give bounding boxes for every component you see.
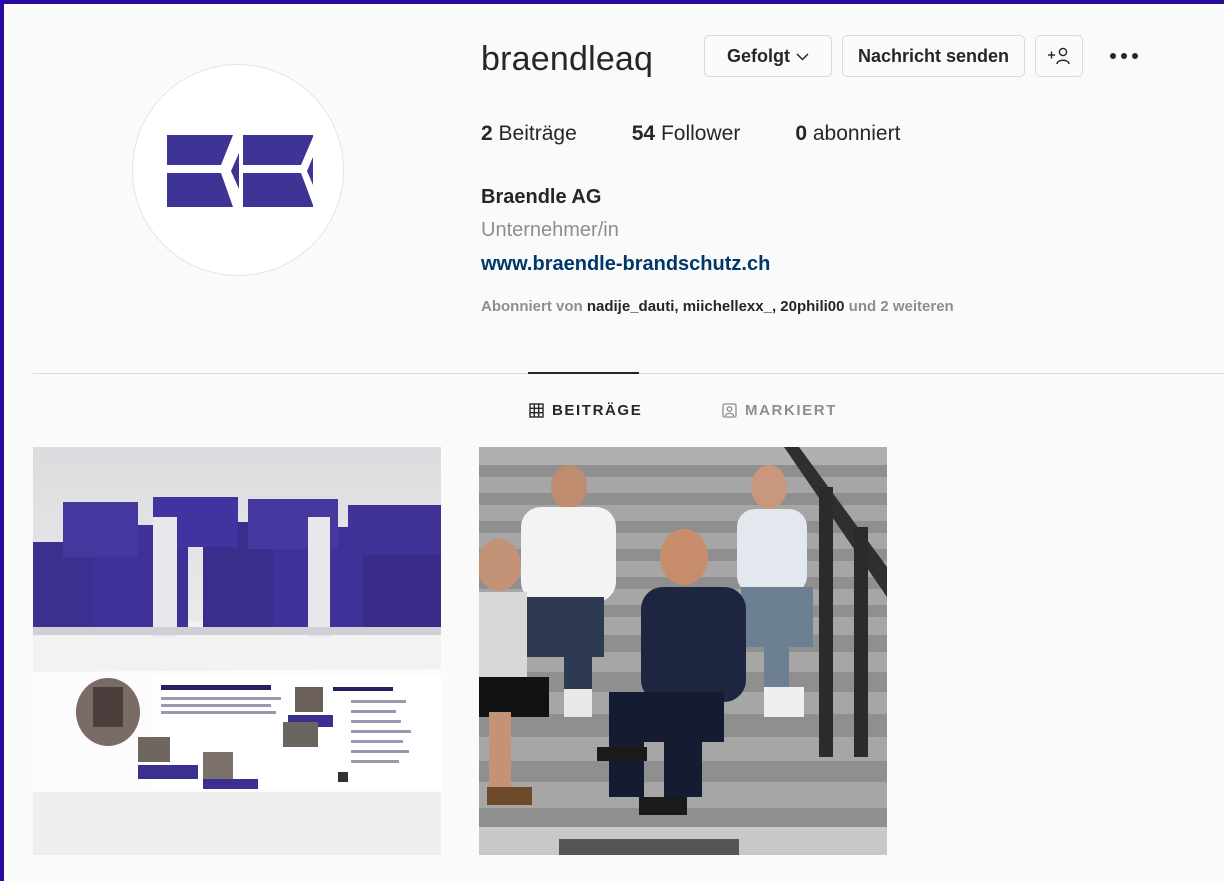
followers-stat[interactable]: 54 Follower xyxy=(632,122,741,146)
tab-posts[interactable]: BEITRÄGE xyxy=(529,402,642,419)
profile-page: braendleaq Gefolgt Nachricht senden 2 Be… xyxy=(4,4,1224,881)
profile-category: Unternehmer/in xyxy=(481,219,619,241)
tab-tagged[interactable]: MARKIERT xyxy=(722,402,837,419)
following-count: 0 xyxy=(795,122,807,145)
following-stat[interactable]: 0 abonniert xyxy=(795,122,900,146)
team-photo xyxy=(479,447,887,855)
braendle-logo-icon xyxy=(167,135,313,207)
add-person-icon xyxy=(1048,47,1070,65)
profile-website-link[interactable]: www.braendle-brandschutz.ch xyxy=(481,253,770,276)
followed-button[interactable]: Gefolgt xyxy=(704,35,832,77)
profile-avatar[interactable] xyxy=(132,64,344,276)
followed-button-label: Gefolgt xyxy=(727,45,790,66)
grid-icon xyxy=(529,403,544,418)
followed-by-suffix: und 2 weiteren xyxy=(848,298,954,315)
more-dot xyxy=(1132,53,1138,59)
posts-stat: 2 Beiträge xyxy=(481,122,577,146)
followers-count: 54 xyxy=(631,122,656,145)
send-message-label: Nachricht senden xyxy=(857,45,1010,66)
followed-by-prefix: Abonniert von xyxy=(481,298,583,315)
brochure-photo xyxy=(33,447,441,855)
tab-posts-label: BEITRÄGE xyxy=(552,402,643,419)
posts-count: 2 xyxy=(481,122,493,145)
post-tile-brochures[interactable] xyxy=(33,447,441,855)
profile-stats: 2 Beiträge 54 Follower 0 abonniert xyxy=(481,122,955,146)
profile-full-name: Braendle AG xyxy=(481,186,602,208)
suggested-accounts-button[interactable] xyxy=(1035,35,1083,77)
active-tab-indicator xyxy=(528,372,639,374)
profile-username: braendleaq xyxy=(481,40,654,78)
post-tile-team[interactable] xyxy=(479,447,887,855)
send-message-button[interactable]: Nachricht senden xyxy=(842,35,1025,77)
posts-label: Beiträge xyxy=(498,122,577,145)
followed-by-separator: , xyxy=(674,298,683,315)
tagged-icon xyxy=(722,403,737,418)
more-dot xyxy=(1121,53,1127,59)
followed-by-user[interactable]: miichellexx_ xyxy=(683,298,772,315)
chevron-down-icon xyxy=(796,48,809,64)
more-options-button[interactable] xyxy=(1102,44,1146,68)
following-label: abonniert xyxy=(812,122,901,145)
followed-by-user[interactable]: 20phili00 xyxy=(780,298,844,315)
followed-by-text[interactable]: Abonniert von nadije_dauti, miichellexx_… xyxy=(481,298,954,315)
followed-by-user[interactable]: nadije_dauti xyxy=(587,298,675,315)
followers-label: Follower xyxy=(660,122,741,145)
more-dots-icon xyxy=(1110,53,1116,59)
tab-tagged-label: MARKIERT xyxy=(745,402,837,419)
